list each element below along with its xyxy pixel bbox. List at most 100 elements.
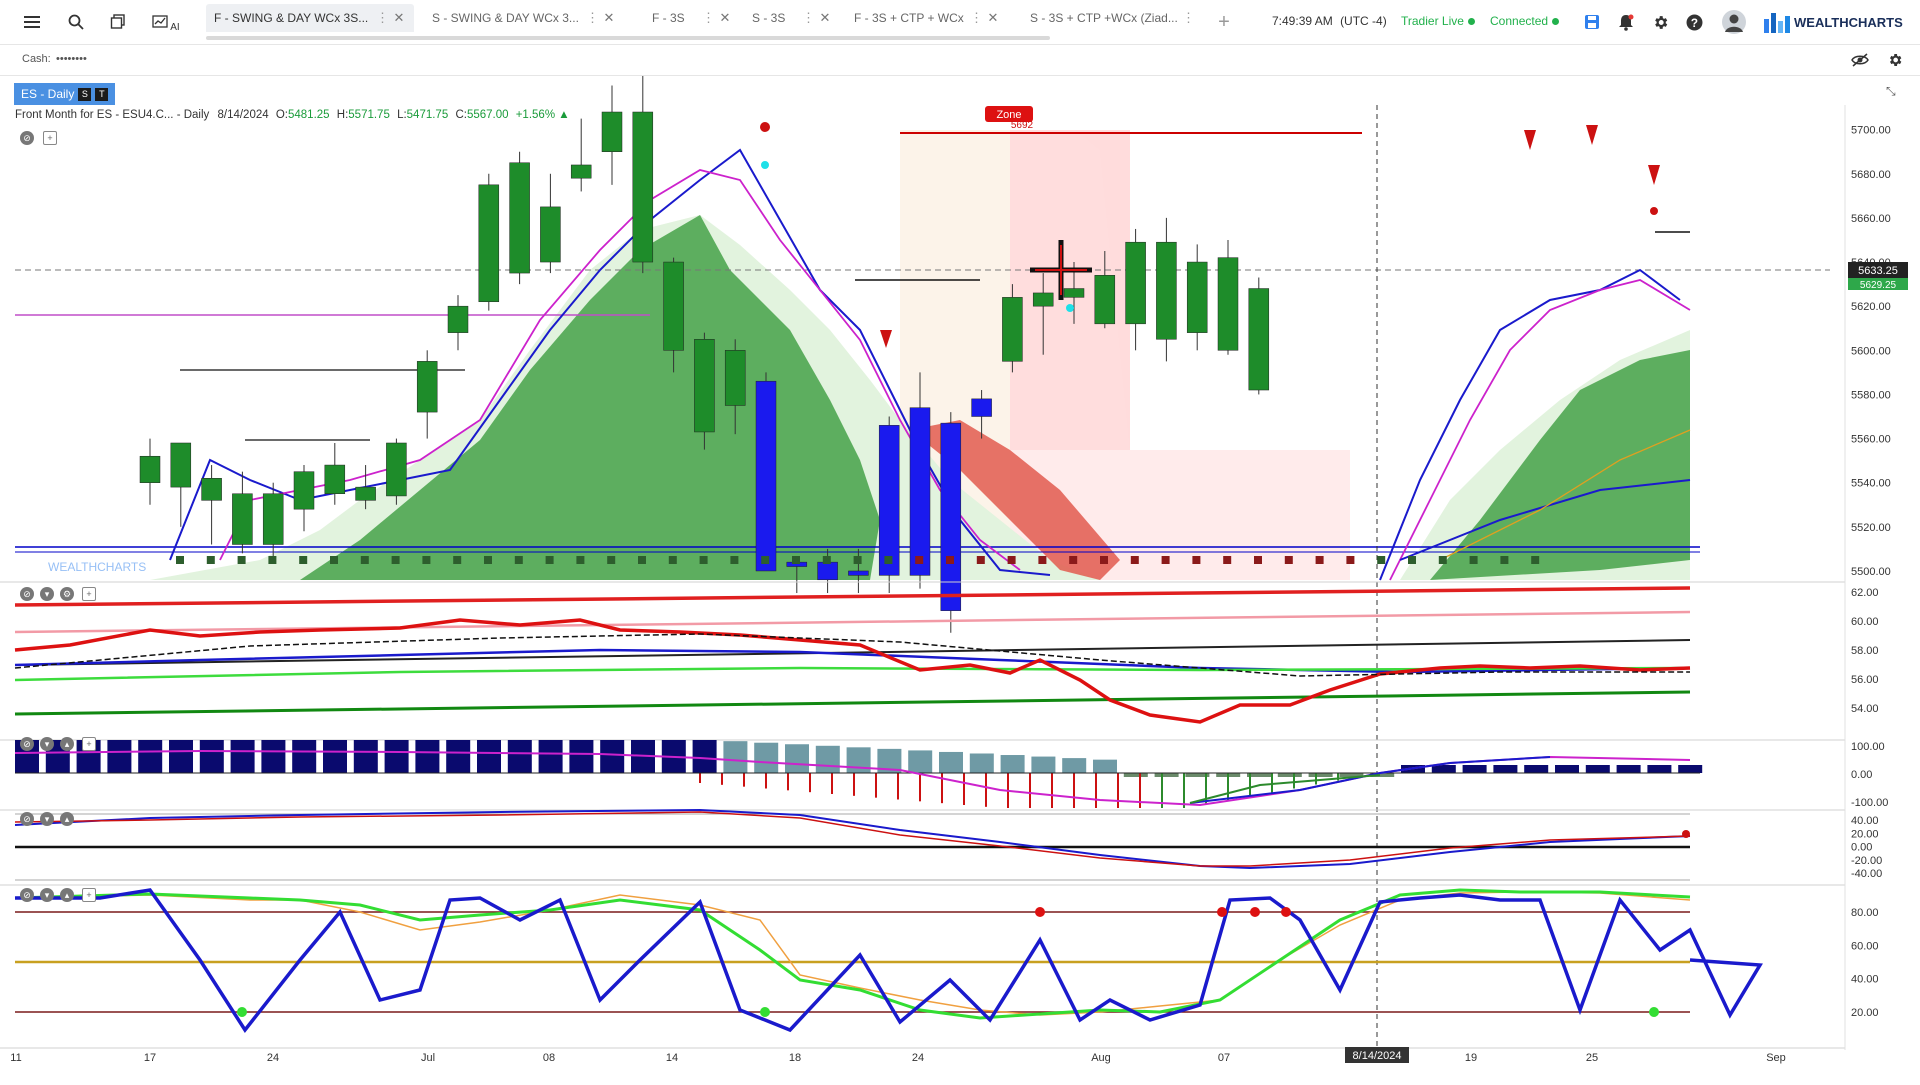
stoch-orange-line (14, 891, 1691, 1016)
ohlc-close: 5567.00 (466, 109, 509, 121)
ohlc-prefix: Front Month for ES - ESU4.C... - Daily (15, 109, 210, 121)
y-tick-label: 5680.00 (1851, 169, 1891, 181)
help-icon[interactable]: ? (1682, 10, 1706, 34)
signal-square (1192, 556, 1201, 564)
sell-arrow-icon (1586, 125, 1598, 145)
symbol-badge[interactable]: ES - Daily S T (14, 83, 116, 105)
candle (201, 478, 222, 501)
ohlc-low: 5471.75 (406, 109, 449, 121)
signal-square (1223, 556, 1232, 564)
tab-menu-icon[interactable]: ⋮ (970, 10, 983, 26)
signal-square (668, 556, 677, 564)
close-tab-icon[interactable]: ✕ (392, 10, 406, 26)
tab-menu-icon[interactable]: ⋮ (376, 10, 389, 26)
histogram-bar (261, 740, 286, 773)
signal-square (1284, 556, 1293, 564)
ai-chart-button[interactable]: AI (150, 10, 182, 34)
search-icon[interactable] (64, 10, 88, 34)
signal-square (545, 556, 554, 564)
badge-t[interactable]: T (95, 87, 109, 101)
y-tick-label: 20.00 (1851, 828, 1879, 840)
tab-s-3s[interactable]: S - 3S ⋮ ✕ (744, 4, 840, 32)
candle (386, 442, 407, 497)
signal-square (976, 556, 985, 564)
svg-text:?: ? (1690, 16, 1697, 29)
tab-menu-icon[interactable]: ⋮ (802, 10, 815, 26)
add-tab-button[interactable]: + (1212, 10, 1236, 34)
candle (663, 261, 684, 351)
expand-up-icon[interactable]: ▴ (60, 888, 74, 902)
candle (139, 455, 161, 483)
settings-icon[interactable]: ⚙ (60, 587, 74, 601)
add-indicator-icon[interactable]: + (82, 587, 96, 601)
histogram-bar (323, 740, 347, 773)
save-icon[interactable] (1580, 10, 1604, 34)
close-tab-icon[interactable]: ✕ (986, 10, 1000, 26)
stoch-signal-dot (1281, 907, 1291, 917)
close-tab-icon[interactable]: ✕ (718, 10, 732, 26)
clock-timezone: (UTC -4) (1340, 14, 1387, 28)
tab-menu-icon[interactable]: ⋮ (586, 10, 599, 26)
tab-swing-day-f[interactable]: F - SWING & DAY WCx 3S... ⋮ ✕ (206, 4, 414, 32)
tab-swing-day-s[interactable]: S - SWING & DAY WCx 3... ⋮ ✕ (424, 4, 624, 32)
gear-icon[interactable] (1648, 10, 1672, 34)
badge-s[interactable]: S (78, 87, 92, 101)
connection-status: Connected (1490, 14, 1560, 28)
y-tick-label: 5600.00 (1851, 345, 1891, 357)
expand-up-icon[interactable]: ▴ (60, 737, 74, 751)
y-axis: 5500.00 5520.00 5540.00 5560.00 5580.00 5600.… (1851, 125, 1891, 1019)
tab-label: F - 3S + CTP + WCx (854, 11, 964, 25)
panel-settings-gear-icon[interactable] (1883, 48, 1907, 72)
y-tick-label: 5500.00 (1851, 566, 1891, 578)
expand-icon[interactable]: ⤡ (1886, 84, 1896, 99)
collapse-icon[interactable]: ▾ (40, 737, 54, 751)
indicator1-red-upper (14, 586, 1691, 607)
signal-square (884, 556, 893, 564)
avatar[interactable] (1720, 10, 1748, 34)
tab-scrollbar[interactable] (206, 36, 1050, 40)
chart-area[interactable]: Zone 5692 WEALTHCHARTS 5500.00 5520.00 5… (0, 52, 1920, 1080)
histogram-bar (1031, 756, 1056, 773)
y-tick-label: 0.00 (1851, 842, 1872, 854)
hamburger-icon[interactable] (20, 10, 44, 34)
hide-indicator-icon[interactable]: ⊘ (20, 131, 34, 145)
indicator1-green (14, 690, 1691, 716)
signal-square (607, 556, 616, 564)
close-tab-icon[interactable]: ✕ (602, 10, 616, 26)
tab-label: S - 3S + CTP +WCx (Ziad... (1030, 11, 1178, 25)
hide-indicator-icon[interactable]: ⊘ (20, 587, 34, 601)
candle (293, 471, 315, 510)
tab-menu-icon[interactable]: ⋮ (702, 10, 715, 26)
layers-icon[interactable] (106, 10, 130, 34)
hide-indicator-icon[interactable]: ⊘ (20, 888, 34, 902)
chart-canvas[interactable]: Zone 5692 WEALTHCHARTS 5500.005520.00554… (0, 52, 1920, 1080)
tab-f-3s[interactable]: F - 3S ⋮ ✕ (644, 4, 740, 32)
collapse-icon[interactable]: ▾ (40, 587, 54, 601)
notifications-bell-icon[interactable] (1614, 10, 1638, 34)
hide-eye-icon[interactable] (1848, 48, 1872, 72)
tab-s-3s-ctp-wcx-ziad[interactable]: S - 3S + CTP +WCx (Ziad... ⋮ (1022, 4, 1202, 32)
expand-up-icon[interactable]: ▴ (60, 812, 74, 826)
add-indicator-icon[interactable]: + (82, 888, 96, 902)
add-indicator-icon[interactable]: + (43, 131, 57, 145)
cash-label: Cash: (22, 53, 51, 65)
collapse-icon[interactable]: ▾ (40, 812, 54, 826)
signal-square (422, 556, 431, 564)
collapse-icon[interactable]: ▾ (40, 888, 54, 902)
histogram-bar (1678, 765, 1703, 773)
histogram-bar (815, 745, 840, 773)
x-tick-label: 24 (267, 1052, 279, 1064)
tab-menu-icon[interactable]: ⋮ (1182, 10, 1195, 26)
signal-square (330, 556, 338, 564)
add-indicator-icon[interactable]: + (82, 737, 96, 751)
hide-indicator-icon[interactable]: ⊘ (20, 737, 34, 751)
tab-f-3s-ctp-wcx[interactable]: F - 3S + CTP + WCx ⋮ ✕ (846, 4, 1008, 32)
ohlc-legend: Front Month for ES - ESU4.C... - Daily 8… (15, 109, 570, 121)
tradier-status-label: Tradier Live (1401, 14, 1464, 28)
y-tick-label: 56.00 (1851, 674, 1879, 686)
cash-bar: Cash: •••••••• (0, 45, 1920, 76)
hide-indicator-icon[interactable]: ⊘ (20, 812, 34, 826)
x-tick-label: Sep (1766, 1052, 1786, 1064)
close-tab-icon[interactable]: ✕ (818, 10, 832, 26)
signal-square (1130, 556, 1139, 564)
